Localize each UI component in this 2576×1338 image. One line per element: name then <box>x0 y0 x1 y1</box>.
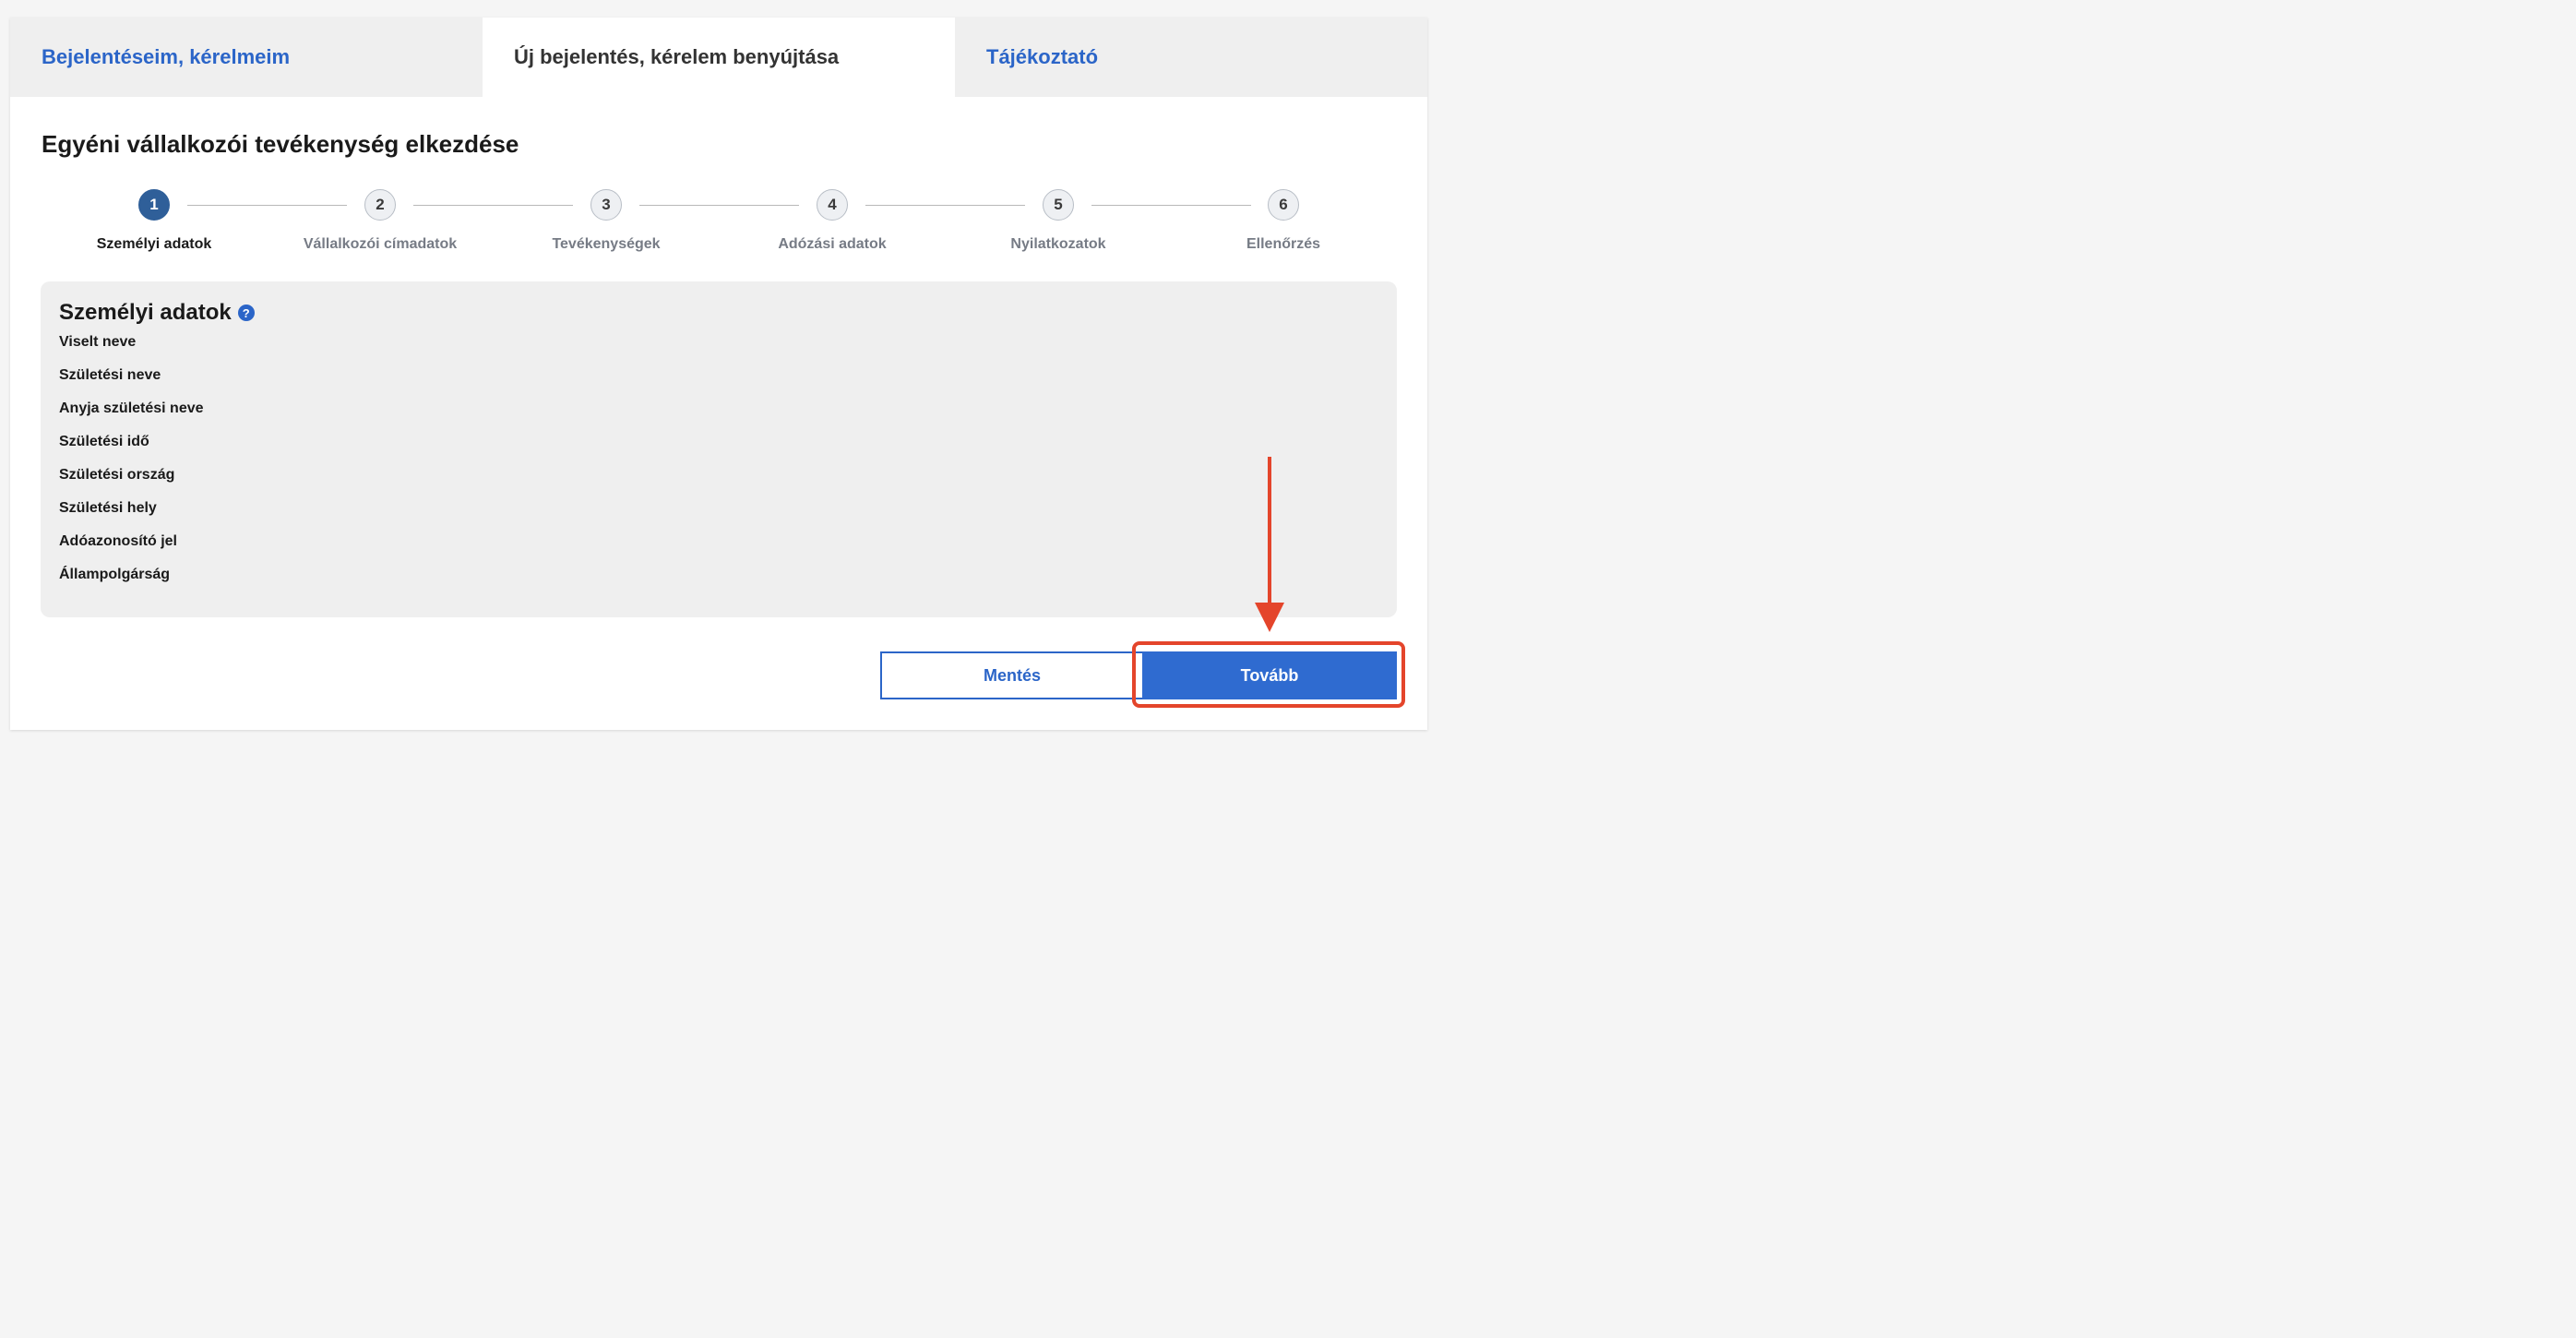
step-label: Személyi adatok <box>96 236 212 252</box>
tab-information[interactable]: Tájékoztató <box>955 18 1427 97</box>
step-label: Vállalkozói címadatok <box>303 236 458 252</box>
step-6[interactable]: 6 Ellenőrzés <box>1191 189 1376 253</box>
step-label: Adózási adatok <box>778 236 887 252</box>
step-label: Nyilatkozatok <box>1010 236 1106 252</box>
field-label-birth-place: Születési hely <box>59 500 157 516</box>
tab-my-submissions[interactable]: Bejelentéseim, kérelmeim <box>10 18 483 97</box>
tab-label: Tájékoztató <box>986 45 1099 68</box>
tab-label: Bejelentéseim, kérelmeim <box>42 45 291 68</box>
field-list: Viselt neve Születési neve Anyja születé… <box>59 333 204 599</box>
field-label-worn-name: Viselt neve <box>59 334 137 350</box>
step-1[interactable]: 1 Személyi adatok <box>62 189 246 253</box>
tab-bar: Bejelentéseim, kérelmeim Új bejelentés, … <box>10 18 1427 97</box>
panel-title: Személyi adatok ? <box>59 300 255 326</box>
step-number: 5 <box>1043 189 1074 221</box>
field-label-birth-date: Születési idő <box>59 434 149 449</box>
step-2[interactable]: 2 Vállalkozói címadatok <box>288 189 472 253</box>
step-4[interactable]: 4 Adózási adatok <box>740 189 924 253</box>
field-label-birth-country: Születési ország <box>59 467 175 483</box>
step-number: 4 <box>817 189 848 221</box>
step-label: Tevékenységek <box>552 236 661 252</box>
annotation-arrow-head-icon <box>1255 603 1284 632</box>
tab-new-submission[interactable]: Új bejelentés, kérelem benyújtása <box>483 18 955 97</box>
progress-stepper: 1 Személyi adatok 2 Vállalkozói címadato… <box>10 189 1427 263</box>
page-title: Egyéni vállalkozói tevékenység elkezdése <box>42 130 519 158</box>
tab-label: Új bejelentés, kérelem benyújtása <box>514 45 840 68</box>
field-label-birth-name: Születési neve <box>59 367 161 383</box>
step-number: 6 <box>1268 189 1299 221</box>
step-label: Ellenőrzés <box>1246 236 1321 252</box>
save-button[interactable]: Mentés <box>880 651 1144 699</box>
step-5[interactable]: 5 Nyilatkozatok <box>966 189 1151 253</box>
personal-data-panel: Személyi adatok ? Viselt neve Születési … <box>41 281 1397 617</box>
panel-title-text: Személyi adatok <box>59 300 232 325</box>
question-circle-icon[interactable]: ? <box>237 305 255 321</box>
step-number: 2 <box>364 189 396 221</box>
main-card: Bejelentéseim, kérelmeim Új bejelentés, … <box>10 18 1427 730</box>
step-number: 3 <box>590 189 622 221</box>
field-label-mother-birth-name: Anyja születési neve <box>59 400 204 416</box>
field-label-citizenship: Állampolgárság <box>59 567 171 582</box>
annotation-arrow-shaft <box>1268 457 1271 604</box>
step-number: 1 <box>138 189 170 221</box>
field-label-tax-id: Adóazonosító jel <box>59 533 177 549</box>
annotation-highlight-box <box>1132 641 1405 708</box>
step-3[interactable]: 3 Tevékenységek <box>514 189 698 253</box>
